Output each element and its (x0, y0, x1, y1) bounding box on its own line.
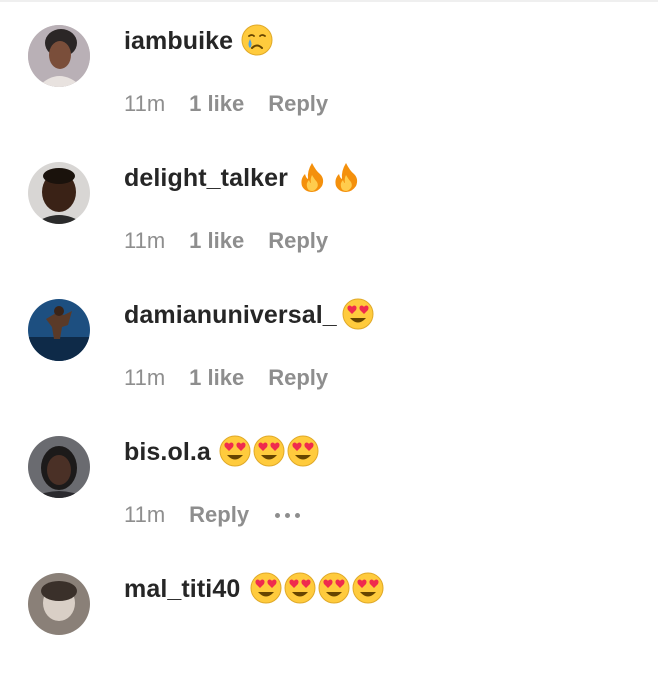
comment-username[interactable]: mal_titi40 (124, 575, 240, 604)
reply-button[interactable]: Reply (189, 502, 249, 528)
heart-eyes-icon (219, 435, 251, 467)
comment-text (241, 24, 273, 56)
comment-username[interactable]: iambuike (124, 27, 233, 56)
crying-face-icon (241, 24, 273, 56)
more-options-icon[interactable] (275, 504, 301, 526)
comment-time: 11m (124, 91, 166, 116)
comment-time: 11m (124, 502, 166, 527)
comment-text (342, 298, 374, 330)
comment-likes[interactable]: 1 like (189, 91, 244, 117)
heart-eyes-icon (342, 298, 374, 330)
avatar[interactable] (28, 436, 90, 498)
comment-meta: 11m 1 like Reply (124, 91, 328, 117)
comment-likes[interactable]: 1 like (189, 365, 244, 391)
comment-item: iambuike 11m 1 like Reply (0, 0, 658, 137)
heart-eyes-icon (287, 435, 319, 467)
heart-eyes-icon (318, 572, 350, 604)
heart-eyes-icon (253, 435, 285, 467)
heart-eyes-icon (250, 572, 282, 604)
comment-item: delight_talker 11m 1 like Reply (0, 137, 658, 274)
heart-eyes-icon (284, 572, 316, 604)
reply-button[interactable]: Reply (268, 91, 328, 117)
comment-item: mal_titi40 (0, 548, 658, 685)
comment-text (250, 572, 384, 604)
comment-text (219, 435, 319, 467)
avatar[interactable] (28, 162, 90, 224)
comment-username[interactable]: damianuniversal_ (124, 301, 337, 330)
fire-icon (330, 161, 362, 193)
comment-time: 11m (124, 228, 166, 253)
comment-item: damianuniversal_ 11m 1 like Reply (0, 274, 658, 411)
comment-username[interactable]: bis.ol.a (124, 438, 211, 467)
comment-item: bis.ol.a 11m Reply (0, 411, 658, 548)
comment-likes[interactable]: 1 like (189, 228, 244, 254)
avatar[interactable] (28, 299, 90, 361)
avatar[interactable] (28, 25, 90, 87)
comment-text (296, 161, 362, 193)
avatar[interactable] (28, 573, 90, 635)
comment-meta: 11m 1 like Reply (124, 228, 328, 254)
reply-button[interactable]: Reply (268, 228, 328, 254)
comment-time: 11m (124, 365, 166, 390)
heart-eyes-icon (352, 572, 384, 604)
comment-username[interactable]: delight_talker (124, 164, 288, 193)
reply-button[interactable]: Reply (268, 365, 328, 391)
comment-meta: 11m Reply (124, 502, 301, 528)
fire-icon (296, 161, 328, 193)
comment-meta: 11m 1 like Reply (124, 365, 328, 391)
